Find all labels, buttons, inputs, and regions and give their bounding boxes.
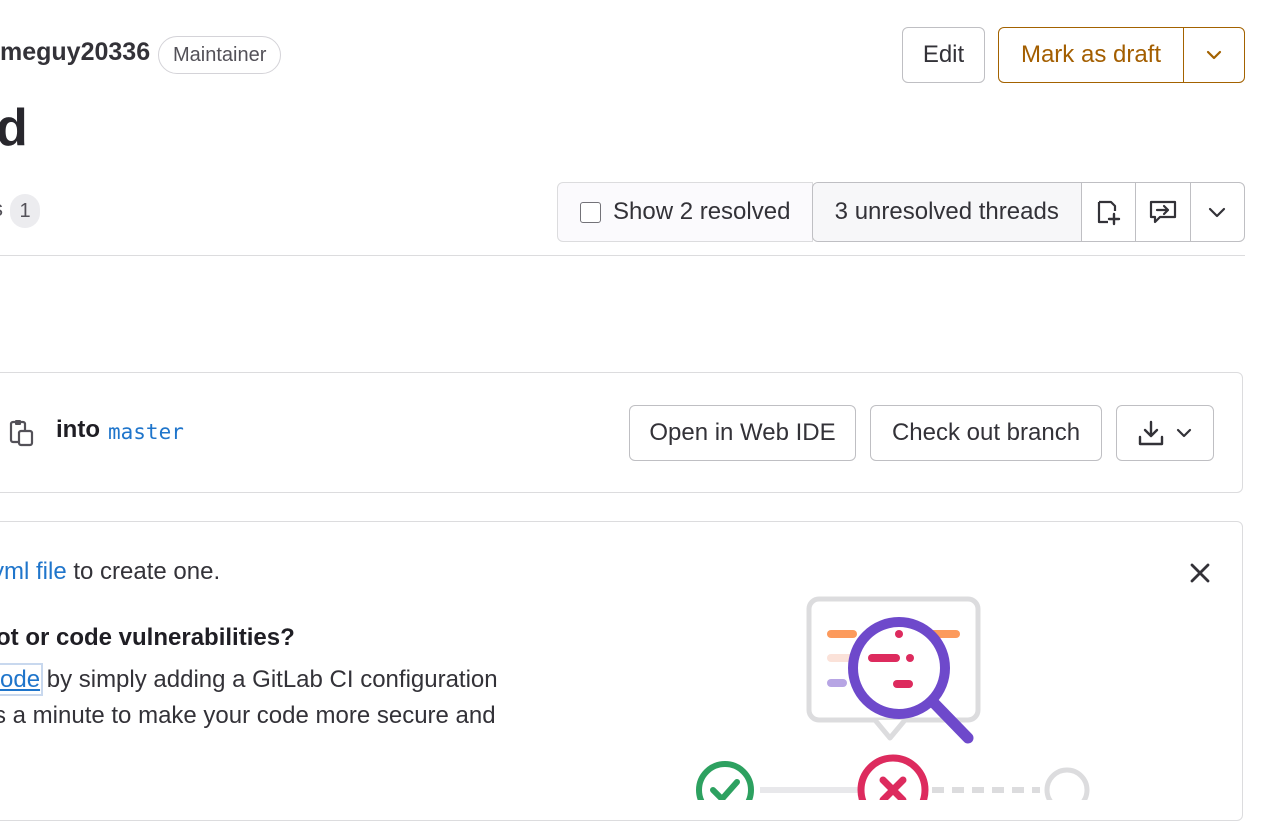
comment-next-icon (1149, 200, 1176, 224)
threads-dropdown-toggle[interactable] (1189, 183, 1245, 241)
scan-code-link[interactable]: ode (0, 663, 44, 696)
draft-dropdown-toggle[interactable] (1183, 28, 1244, 82)
check-out-branch-button[interactable]: Check out branch (870, 405, 1102, 461)
unresolved-threads-button[interactable]: 3 unresolved threads (813, 183, 1081, 241)
issue-new-icon (1098, 200, 1121, 226)
chevron-down-icon (1176, 428, 1192, 438)
target-branch-link[interactable]: master (108, 420, 184, 444)
copy-to-clipboard-icon (9, 420, 34, 447)
suggestion-body-line-1: ode by simply adding a GitLab CI configu… (0, 663, 498, 696)
show-resolved-label: Show 2 resolved (613, 198, 791, 225)
open-in-web-ide-button[interactable]: Open in Web IDE (629, 405, 856, 461)
ci-yml-file-link[interactable]: yml file (0, 558, 67, 585)
next-thread-button[interactable] (1135, 183, 1190, 241)
page-title: d (0, 99, 28, 157)
copy-branch-button[interactable] (8, 418, 36, 453)
into-label: into (56, 416, 100, 443)
show-resolved-toggle[interactable]: Show 2 resolved (557, 182, 813, 242)
header-divider (0, 255, 1245, 256)
suggestion-intro-text: to create one. (66, 558, 221, 585)
show-resolved-checkbox[interactable] (580, 201, 601, 223)
download-icon (1138, 420, 1164, 446)
pipeline-illustration (690, 590, 1100, 821)
chevron-down-icon (1206, 50, 1222, 60)
chevron-down-icon (1209, 207, 1226, 218)
suggestion-intro: yml file to create one. (0, 558, 220, 586)
tab-count-badge: 1 (10, 194, 40, 228)
dismiss-suggestion-button[interactable] (1186, 559, 1214, 587)
mark-as-draft-button[interactable]: Mark as draft (999, 28, 1183, 82)
resolve-all-with-new-issue-button[interactable] (1080, 183, 1136, 241)
edit-button[interactable]: Edit (902, 27, 985, 83)
suggestion-body-line-2: s a minute to make your code more secure… (0, 702, 496, 729)
mark-as-draft-split-button: Mark as draft (998, 27, 1245, 83)
download-dropdown-button[interactable] (1116, 405, 1214, 461)
security-scan-illustration (696, 596, 1090, 821)
tab-label-fragment[interactable]: s (0, 196, 3, 222)
unresolved-threads-group: 3 unresolved threads (812, 182, 1245, 242)
suggestion-body-line-1-text: by simply adding a GitLab CI configurati… (40, 666, 498, 693)
author-name[interactable]: meguy20336 (0, 38, 150, 67)
role-badge: Maintainer (158, 36, 282, 74)
suggestion-heading: ot or code vulnerabilities? (0, 624, 295, 651)
close-icon (1190, 563, 1210, 583)
